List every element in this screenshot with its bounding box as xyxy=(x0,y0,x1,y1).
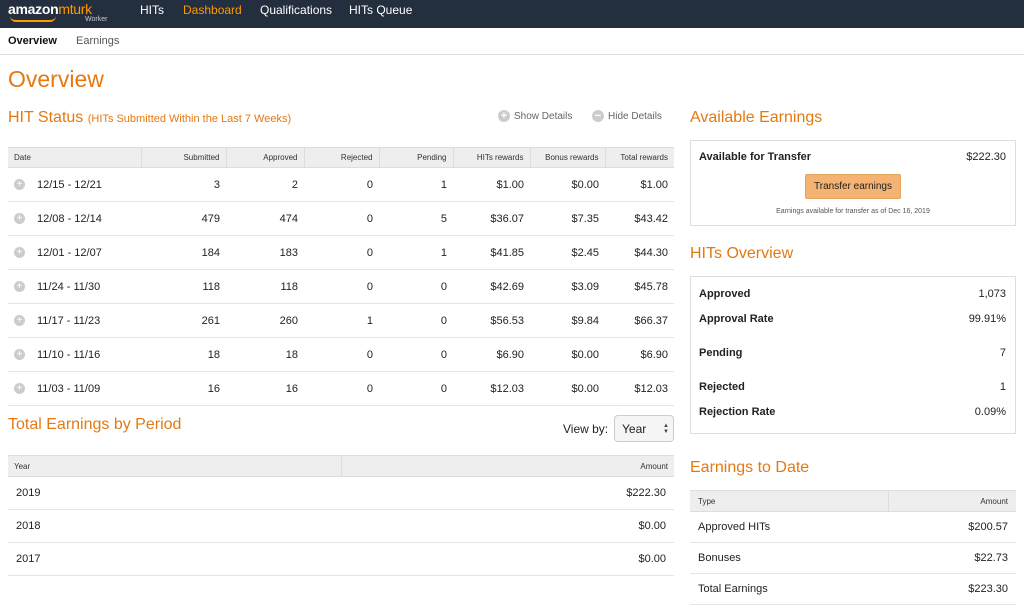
table-row: Total Earnings $223.30 xyxy=(690,573,1016,605)
table-header-row: Date Submitted Approved Rejected Pending… xyxy=(8,147,674,168)
plus-circle-icon[interactable]: + xyxy=(14,383,25,395)
top-nav-bar: amazonmturk Worker HITs Dashboard Qualif… xyxy=(0,0,1024,28)
show-details-button[interactable]: + Show Details xyxy=(498,110,572,122)
col-total-rewards[interactable]: Total rewards xyxy=(605,147,674,168)
col-bonus-rewards[interactable]: Bonus rewards xyxy=(530,147,606,168)
total-earnings-heading: Total Earnings by Period xyxy=(8,416,182,433)
table-row[interactable]: +12/01 - 12/07 184 183 0 1 $41.85 $2.45 $44.30 xyxy=(8,235,674,270)
hit-status-table: Date Submitted Approved Rejected Pending… xyxy=(8,147,674,406)
available-value: $222.30 xyxy=(966,151,1006,163)
earnings-to-date-heading: Earnings to Date xyxy=(690,459,810,476)
subnav-earnings[interactable]: Earnings xyxy=(76,35,119,47)
overview-row-approved: Approved 1,073 xyxy=(699,288,1006,300)
table-row[interactable]: +11/10 - 11/16 18 18 0 0 $6.90 $0.00 $6.90 xyxy=(8,337,674,372)
total-earnings-table: Year Amount 2019 $222.30 2018 $0.00 2017 $0… xyxy=(8,455,674,576)
table-row: Approved HITs $200.57 xyxy=(690,511,1016,543)
logo-smile-icon xyxy=(10,16,56,22)
table-header-row: Year Amount xyxy=(8,455,674,477)
view-by-select[interactable]: Year ▲ ▼ xyxy=(614,415,674,442)
col-year[interactable]: Year xyxy=(8,455,342,477)
table-row[interactable]: +11/17 - 11/23 261 260 1 0 $56.53 $9.84 $66.37 xyxy=(8,303,674,338)
hide-details-button[interactable]: − Hide Details xyxy=(592,110,662,122)
table-row[interactable]: +12/15 - 12/21 3 2 0 1 $1.00 $0.00 $1.00 xyxy=(8,167,674,202)
view-by-label: View by: xyxy=(563,422,609,436)
plus-circle-icon[interactable]: + xyxy=(14,247,25,259)
col-type[interactable]: Type xyxy=(690,490,889,512)
minus-circle-icon: − xyxy=(592,110,604,122)
table-row: 2019 $222.30 xyxy=(8,476,674,510)
earnings-to-date-table: Type Amount Approved HITs $200.57 Bonuses… xyxy=(690,490,1016,605)
col-rejected[interactable]: Rejected xyxy=(304,147,380,168)
col-date[interactable]: Date xyxy=(8,147,142,168)
plus-circle-icon[interactable]: + xyxy=(14,281,25,293)
subnav-overview[interactable]: Overview xyxy=(8,35,57,47)
nav-dashboard[interactable]: Dashboard xyxy=(183,3,242,17)
overview-row-rejected: Rejected 1 xyxy=(699,381,1006,393)
col-amount[interactable]: Amount xyxy=(341,455,674,477)
nav-hits[interactable]: HITs xyxy=(140,3,164,17)
plus-circle-icon: + xyxy=(498,110,510,122)
available-earnings-panel: Available for Transfer $222.30 Transfer … xyxy=(690,140,1016,226)
logo-wordmark: amazonmturk xyxy=(8,1,92,17)
plus-circle-icon[interactable]: + xyxy=(14,315,25,327)
up-down-arrows-icon: ▲ ▼ xyxy=(663,423,669,435)
sub-nav-bar: Overview Earnings xyxy=(0,28,1024,55)
plus-circle-icon[interactable]: + xyxy=(14,213,25,225)
table-row[interactable]: +11/03 - 11/09 16 16 0 0 $12.03 $0.00 $12.03 xyxy=(8,371,674,406)
nav-hits-queue[interactable]: HITs Queue xyxy=(349,3,412,17)
table-row[interactable]: +11/24 - 11/30 118 118 0 0 $42.69 $3.09 $45.78 xyxy=(8,269,674,304)
col-pending[interactable]: Pending xyxy=(379,147,454,168)
available-label: Available for Transfer xyxy=(699,151,812,163)
plus-circle-icon[interactable]: + xyxy=(14,179,25,191)
page-title: Overview xyxy=(8,66,104,92)
col-approved[interactable]: Approved xyxy=(226,147,305,168)
table-row: 2017 $0.00 xyxy=(8,542,674,576)
hit-status-subtitle: (HITs Submitted Within the Last 7 Weeks) xyxy=(87,113,292,125)
table-row[interactable]: +12/08 - 12/14 479 474 0 5 $36.07 $7.35 $43.42 xyxy=(8,201,674,236)
nav-qualifications[interactable]: Qualifications xyxy=(260,3,332,17)
table-row: 2018 $0.00 xyxy=(8,509,674,543)
table-row: Bonuses $22.73 xyxy=(690,542,1016,574)
logo-subtitle: Worker xyxy=(85,16,108,23)
overview-row-approval-rate: Approval Rate 99.91% xyxy=(699,313,1006,325)
available-note: Earnings available for transfer as of De… xyxy=(776,208,930,215)
col-submitted[interactable]: Submitted xyxy=(141,147,227,168)
overview-row-pending: Pending 7 xyxy=(699,347,1006,359)
available-earnings-heading: Available Earnings xyxy=(690,109,823,126)
transfer-earnings-button[interactable]: Transfer earnings xyxy=(805,174,901,199)
col-hits-rewards[interactable]: HITs rewards xyxy=(453,147,531,168)
col-amount[interactable]: Amount xyxy=(888,490,1016,512)
overview-row-rejection-rate: Rejection Rate 0.09% xyxy=(699,406,1006,418)
mturk-logo[interactable]: amazonmturk Worker xyxy=(8,1,128,27)
table-header-row: Type Amount xyxy=(690,490,1016,512)
plus-circle-icon[interactable]: + xyxy=(14,349,25,361)
hit-status-heading: HIT Status (HITs Submitted Within the La… xyxy=(8,109,292,126)
hits-overview-heading: HITs Overview xyxy=(690,245,794,262)
hits-overview-panel: Approved 1,073 Approval Rate 99.91% Pendin… xyxy=(690,276,1016,434)
